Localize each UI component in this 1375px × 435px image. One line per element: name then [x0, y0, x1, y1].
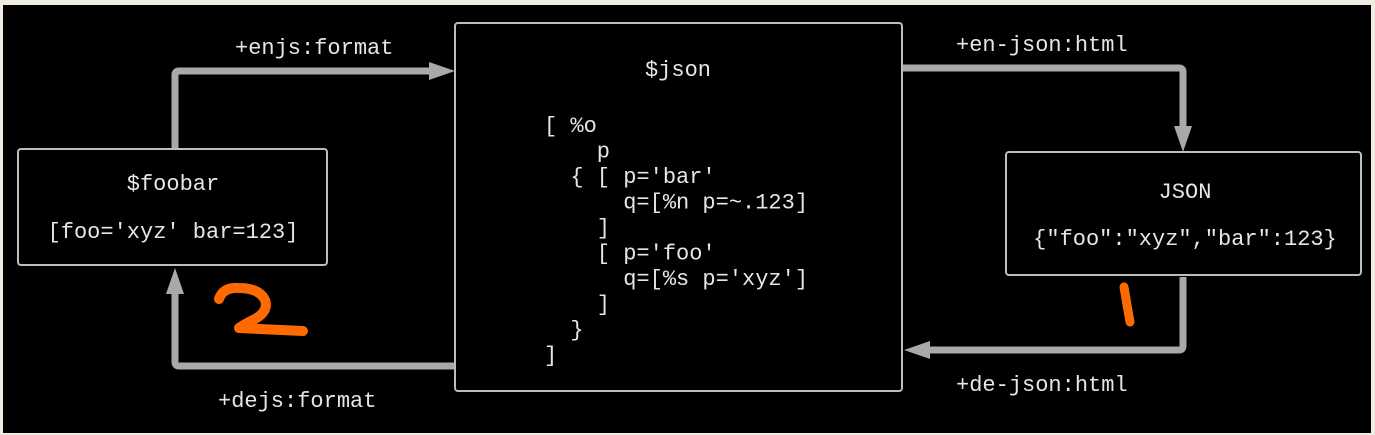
json-text-node: [1005, 151, 1362, 276]
json-var-title: $json: [645, 58, 711, 83]
json-code-line: { [ p='bar': [544, 165, 716, 190]
edge-label-de-json-html: +de-json:html: [956, 373, 1128, 398]
json-code-line: ]: [544, 344, 557, 369]
json-code-line: [ %o: [544, 114, 597, 139]
edge-de-json-arrowhead: [904, 341, 930, 359]
edge-enjs-format: [171, 67, 431, 148]
json-code-line: ]: [544, 216, 610, 241]
json-code-line: }: [544, 318, 584, 343]
foobar-title: $foobar: [127, 172, 219, 197]
edge-label-dejs-format: +dejs:format: [218, 389, 376, 414]
edge-de-json-html: [927, 277, 1187, 354]
diagram-svg: $foobar [foo='xyz' bar=123] $json [ %o p…: [17, 22, 1362, 414]
edge-enjs-arrowhead: [429, 62, 455, 80]
edge-en-json-arrowhead: [1174, 126, 1192, 152]
edge-en-json-html: [903, 64, 1187, 129]
json-text-value: {"foo":"xyz","bar":123}: [1033, 227, 1337, 252]
edge-label-enjs-format: +enjs:format: [235, 36, 393, 61]
annotation-step-2: [214, 282, 308, 336]
annotation-step-1: [1119, 282, 1135, 327]
json-code-line: q=[%n p=~.123]: [544, 191, 808, 216]
diagram-canvas: $foobar [foo='xyz' bar=123] $json [ %o p…: [3, 5, 1371, 433]
json-text-title: JSON: [1159, 180, 1212, 205]
edge-label-en-json-html: +en-json:html: [956, 33, 1128, 58]
edge-dejs-arrowhead: [166, 268, 184, 294]
json-code-line: p: [544, 140, 610, 165]
json-code-line: q=[%s p='xyz']: [544, 267, 808, 292]
foobar-node: [17, 148, 328, 266]
json-code-line: [ p='foo': [544, 242, 716, 267]
json-code-line: ]: [544, 293, 610, 318]
foobar-value: [foo='xyz' bar=123]: [48, 220, 299, 245]
